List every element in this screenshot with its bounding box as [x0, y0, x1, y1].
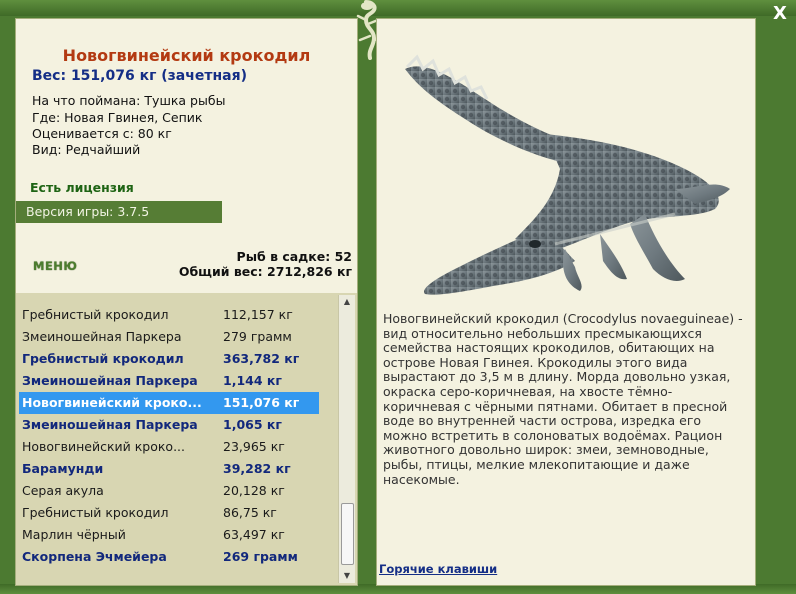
- catch-fish-name: Змеиношейная Паркера: [22, 329, 182, 344]
- catch-fish-weight: 151,076 кг: [223, 395, 300, 410]
- catch-fish-weight: 269 грамм: [223, 549, 298, 564]
- scroll-thumb[interactable]: [341, 503, 354, 565]
- hotkeys-link[interactable]: Горячие клавиши: [379, 562, 497, 576]
- location-value: Новая Гвинея, Сепик: [64, 110, 203, 125]
- catch-fish-name: Новогвинейский кроко...: [22, 439, 186, 454]
- catch-list-row[interactable]: Марлин чёрный 63,497 кг: [19, 524, 319, 546]
- catch-list-row[interactable]: Барамунди 39,282 кг: [19, 458, 319, 480]
- fish-description: Новогвинейский крокодил (Crocodylus nova…: [383, 311, 743, 487]
- game-version: Версия игры: 3.7.5: [16, 201, 222, 223]
- catch-fish-name: Марлин чёрный: [22, 527, 126, 542]
- catch-list-scrollbar[interactable]: ▲ ▼: [338, 295, 355, 583]
- catch-list-row[interactable]: Серая акула 20,128 кг: [19, 480, 319, 502]
- fish-info-panel: Новогвинейский крокодил Вес: 151,076 кг …: [15, 18, 358, 586]
- catch-fish-name: Змеиношейная Паркера: [22, 373, 198, 388]
- kind-value: Редчайший: [65, 142, 141, 157]
- keepnet-summary: Рыб в садке: 52 Общий вес: 2712,826 кг: [179, 249, 352, 279]
- caught-on-row: На что поймана: Тушка рыбы: [32, 93, 225, 108]
- caught-on-label: На что поймана:: [32, 93, 141, 108]
- catch-fish-name: Барамунди: [22, 461, 104, 476]
- kind-row: Вид: Редчайший: [32, 142, 140, 157]
- valued-from-row: Оценивается с: 80 кг: [32, 126, 172, 141]
- catch-list-row[interactable]: Скорпена Эчмейера 269 грамм: [19, 546, 319, 568]
- catch-fish-name: Серая акула: [22, 483, 104, 498]
- catch-fish-weight: 112,157 кг: [223, 307, 293, 322]
- catch-fish-name: Гребнистый крокодил: [22, 307, 169, 322]
- catch-fish-name: Гребнистый крокодил: [22, 351, 184, 366]
- catch-fish-weight: 20,128 кг: [223, 483, 285, 498]
- catch-fish-weight: 63,497 кг: [223, 527, 285, 542]
- crocodile-image: [405, 54, 730, 295]
- location-row: Где: Новая Гвинея, Сепик: [32, 110, 202, 125]
- location-label: Где:: [32, 110, 61, 125]
- license-status: Есть лицензия: [30, 180, 134, 195]
- frame-top-border: [0, 0, 796, 16]
- fish-description-panel: Новогвинейский крокодил (Crocodylus nova…: [376, 18, 756, 586]
- catch-list-row[interactable]: Змеиношейная Паркера 279 грамм: [19, 326, 319, 348]
- catch-list-row[interactable]: Новогвинейский кроко... 151,076 кг: [19, 392, 319, 414]
- close-icon: X: [773, 3, 787, 24]
- fish-weight: Вес: 151,076 кг (зачетная): [32, 68, 247, 84]
- fish-title: Новогвинейский крокодил: [62, 46, 311, 65]
- caught-on-value: Тушка рыбы: [144, 93, 226, 108]
- valued-from-label: Оценивается с:: [32, 126, 134, 141]
- menu-button[interactable]: МЕНЮ: [33, 259, 77, 273]
- catch-fish-weight: 1,065 кг: [223, 417, 282, 432]
- kind-label: Вид:: [32, 142, 62, 157]
- catch-fish-weight: 1,144 кг: [223, 373, 282, 388]
- catch-list-row[interactable]: Змеиношейная Паркера 1,144 кг: [19, 370, 319, 392]
- catch-fish-weight: 39,282 кг: [223, 461, 291, 476]
- catch-fish-weight: 279 грамм: [223, 329, 292, 344]
- catch-list[interactable]: Гребнистый крокодил 112,157 кг Змеиношейна…: [16, 293, 357, 585]
- catch-list-row[interactable]: Гребнистый крокодил 363,782 кг: [19, 348, 319, 370]
- catch-list-row[interactable]: Новогвинейский кроко... 23,965 кг: [19, 436, 319, 458]
- catch-fish-weight: 23,965 кг: [223, 439, 285, 454]
- close-button[interactable]: X: [770, 4, 790, 24]
- keepnet-total-weight: Общий вес: 2712,826 кг: [178, 264, 352, 279]
- catch-fish-name: Гребнистый крокодил: [22, 505, 169, 520]
- catch-fish-weight: 363,782 кг: [223, 351, 300, 366]
- catch-fish-name: Змеиношейная Паркера: [22, 417, 198, 432]
- scroll-up-icon[interactable]: ▲: [339, 295, 355, 309]
- keepnet-fish-count: Рыб в садке: 52: [236, 249, 352, 264]
- catch-list-row[interactable]: Гребнистый крокодил 112,157 кг: [19, 304, 319, 326]
- catch-fish-weight: 86,75 кг: [223, 505, 277, 520]
- catch-list-row[interactable]: Гребнистый крокодил 86,75 кг: [19, 502, 319, 524]
- scroll-down-icon[interactable]: ▼: [339, 569, 355, 583]
- valued-from-value: 80 кг: [137, 126, 172, 141]
- catch-list-row[interactable]: Змеиношейная Паркера 1,065 кг: [19, 414, 319, 436]
- catch-fish-name: Новогвинейский кроко...: [22, 395, 202, 410]
- catch-fish-name: Скорпена Эчмейера: [22, 549, 167, 564]
